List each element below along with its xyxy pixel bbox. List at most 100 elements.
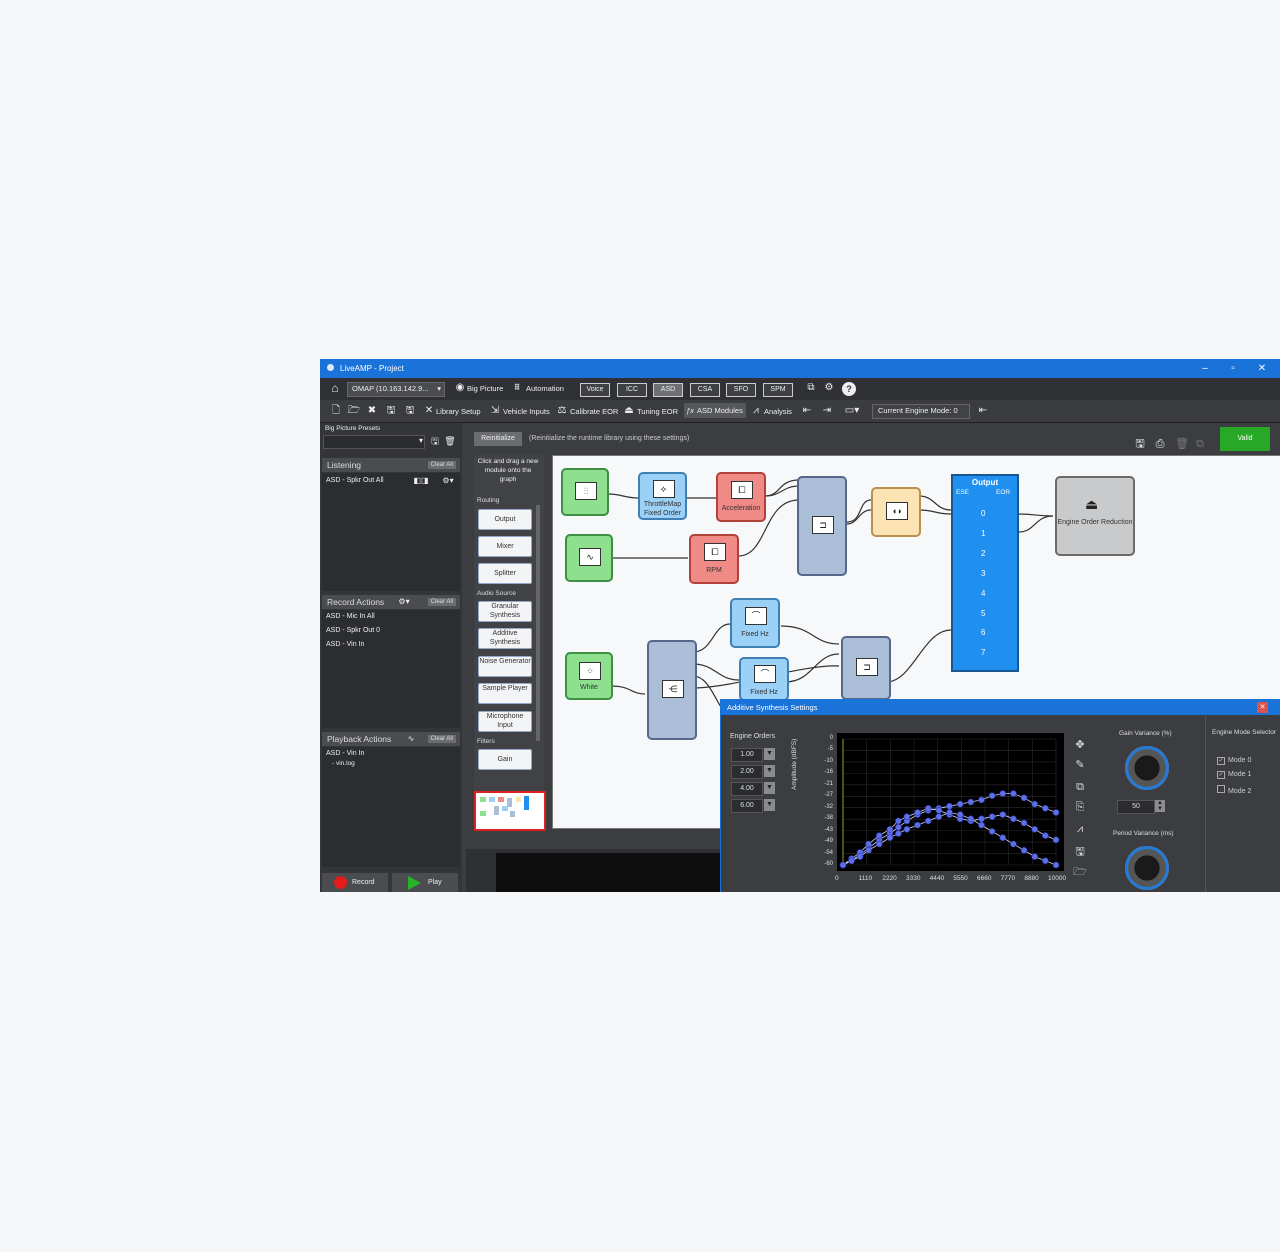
vehicle-inputs-button[interactable]: Vehicle Inputs: [503, 406, 550, 418]
open-folder-icon[interactable]: 🗁: [347, 405, 361, 417]
fixed-hz-node-2[interactable]: ⌒ Fixed Hz: [739, 657, 789, 701]
engine-order-input[interactable]: 2.00: [731, 765, 763, 779]
data-point[interactable]: [886, 834, 894, 841]
data-point[interactable]: [1042, 805, 1049, 812]
data-point[interactable]: [978, 821, 985, 829]
maximize-icon[interactable]: ▫: [1226, 362, 1240, 375]
new-file-icon[interactable]: 🗋: [330, 405, 342, 417]
palette-item-additive-synthesis[interactable]: Additive Synthesis: [478, 628, 532, 649]
data-point[interactable]: [978, 815, 985, 823]
list-item[interactable]: ASD - Mic In All: [326, 613, 375, 620]
open-folder-icon[interactable]: 🗁: [1073, 865, 1087, 879]
palette-item-mixer[interactable]: Mixer: [478, 536, 532, 557]
data-point[interactable]: [865, 840, 872, 848]
data-point[interactable]: [839, 861, 847, 869]
data-point[interactable]: [988, 792, 996, 800]
listening-clear-all-button[interactable]: Clear All: [427, 461, 456, 469]
data-point[interactable]: [875, 840, 883, 848]
palette-item-granular-synthesis[interactable]: Granular Synthesis: [478, 601, 532, 622]
data-point[interactable]: [999, 834, 1007, 841]
close-icon[interactable]: ✕: [1257, 702, 1268, 713]
data-point[interactable]: [978, 796, 985, 804]
data-point[interactable]: [1020, 819, 1028, 827]
data-point[interactable]: [967, 798, 975, 806]
filter-icon[interactable]: ▼: [764, 765, 775, 777]
rpm-node[interactable]: ⧠ RPM: [689, 534, 739, 584]
data-point[interactable]: [935, 813, 943, 820]
sine-source-node[interactable]: ∿: [565, 534, 613, 582]
omap-select[interactable]: OMAP (10.163.142.9... ▾: [347, 382, 445, 397]
record-button[interactable]: Record: [322, 873, 388, 892]
import-icon[interactable]: ⇤: [801, 405, 813, 417]
presets-select[interactable]: [323, 435, 425, 449]
mode-0-checkbox[interactable]: ✓ Mode 0: [1217, 757, 1251, 765]
engine-mode-action-icon[interactable]: ⇤: [976, 405, 990, 417]
data-point[interactable]: [967, 815, 975, 823]
fixed-hz-node-1[interactable]: ⌒ Fixed Hz: [730, 598, 780, 648]
white-noise-node[interactable]: ⁘ White: [565, 652, 613, 700]
list-item[interactable]: - vin.log: [332, 760, 355, 767]
throttle-map-node[interactable]: ⟡ ThrottleMap Fixed Order: [638, 472, 687, 520]
help-icon[interactable]: ?: [842, 382, 856, 396]
data-point[interactable]: [914, 809, 921, 816]
delete-icon[interactable]: 🗑: [1175, 438, 1189, 450]
palette-item-splitter[interactable]: Splitter: [478, 563, 532, 584]
list-item[interactable]: ASD - Vin In: [326, 641, 364, 648]
data-point[interactable]: [956, 811, 964, 818]
output-node[interactable]: Output ESE EOR 0 1 2 3 4 5 6 7: [951, 474, 1019, 672]
data-point[interactable]: [999, 811, 1007, 818]
save-graph-icon[interactable]: 🖫: [1133, 438, 1147, 450]
reinitialize-button[interactable]: Reinitialize: [474, 432, 522, 446]
data-point[interactable]: [1052, 861, 1060, 869]
filter-node[interactable]: ◖◗: [871, 487, 921, 537]
data-point[interactable]: [1010, 815, 1017, 823]
data-point[interactable]: [856, 853, 864, 860]
filter-icon[interactable]: ▼: [764, 748, 775, 760]
list-item[interactable]: ASD - Spkr Out All: [326, 477, 384, 484]
mixer-node-1[interactable]: ⊐: [797, 476, 847, 576]
library-setup-button[interactable]: Library Setup: [436, 406, 481, 418]
palette-item-output[interactable]: Output: [478, 509, 532, 530]
play-button[interactable]: Play: [392, 873, 458, 892]
data-point[interactable]: [865, 847, 872, 854]
data-point[interactable]: [1031, 853, 1038, 860]
palette-item-gain[interactable]: Gain: [478, 749, 532, 770]
frequency-amplitude-chart[interactable]: [837, 733, 1064, 871]
chevron-down-icon[interactable]: ▾: [416, 435, 426, 447]
acceleration-node[interactable]: ⧠ Acceleration: [716, 472, 766, 522]
engine-order-input[interactable]: 6.00: [731, 799, 763, 813]
data-point[interactable]: [848, 857, 855, 865]
data-point[interactable]: [1010, 790, 1017, 797]
save-icon[interactable]: 🖫: [385, 405, 397, 417]
pencil-icon[interactable]: ✎: [1073, 758, 1087, 772]
graph-minimap[interactable]: [474, 791, 546, 831]
save-icon[interactable]: 🖫: [1073, 845, 1087, 859]
gear-icon[interactable]: ⚙▾: [396, 596, 412, 608]
analysis-button[interactable]: Analysis: [764, 406, 792, 418]
data-point[interactable]: [886, 826, 894, 833]
data-point[interactable]: [924, 805, 932, 812]
data-point[interactable]: [946, 809, 953, 816]
mode-asd-button[interactable]: ASD: [653, 383, 683, 397]
tuning-eor-button[interactable]: Tuning EOR: [637, 406, 678, 418]
data-point[interactable]: [1052, 836, 1060, 844]
engine-order-input[interactable]: 1.00: [731, 748, 763, 762]
close-icon[interactable]: ✕: [1255, 362, 1269, 375]
data-point[interactable]: [914, 821, 921, 829]
splitter-node[interactable]: ⋲: [647, 640, 697, 740]
data-point[interactable]: [1042, 832, 1049, 839]
engine-order-input[interactable]: 4.00: [731, 782, 763, 796]
gear-icon[interactable]: ⚙: [822, 382, 836, 394]
gear-icon[interactable]: ⚙▾: [440, 475, 456, 487]
save-as-icon[interactable]: 🖫: [404, 405, 416, 417]
mode-icc-button[interactable]: ICC: [617, 383, 647, 397]
data-point[interactable]: [895, 823, 902, 831]
duplicate-icon[interactable]: ⧉: [1193, 438, 1207, 450]
move-icon[interactable]: ✥: [1073, 738, 1087, 752]
stepper-icon[interactable]: ▲ ▼: [1155, 800, 1165, 812]
list-item[interactable]: ASD - Spkr Out 0: [326, 627, 380, 634]
chart-view-icon[interactable]: ⩘: [1073, 822, 1087, 836]
data-point[interactable]: [935, 807, 943, 814]
mixer-node-2[interactable]: ⊐: [841, 636, 891, 700]
big-picture-button[interactable]: Big Picture: [467, 383, 503, 395]
